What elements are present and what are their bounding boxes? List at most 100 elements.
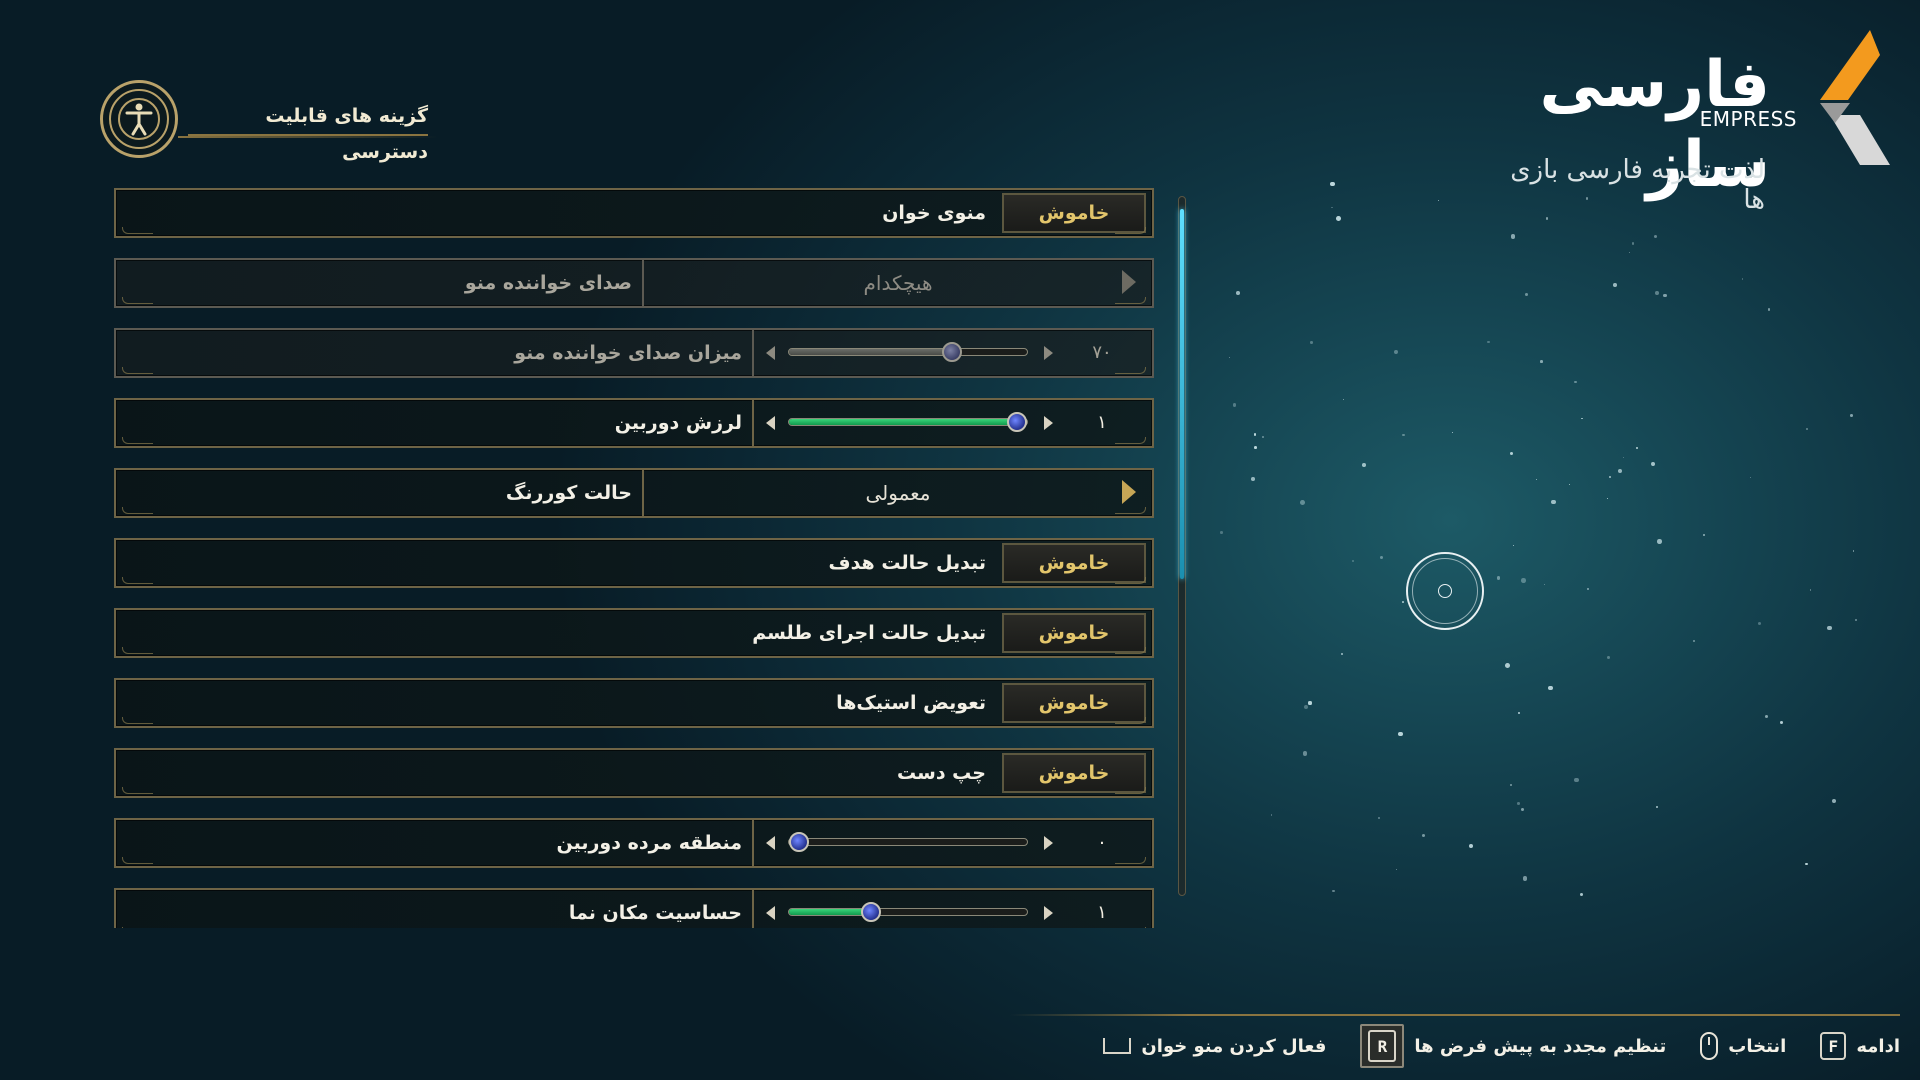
star-particle bbox=[1398, 731, 1403, 737]
arrow-right-icon[interactable] bbox=[1122, 270, 1136, 294]
mouse-icon bbox=[1700, 1032, 1719, 1060]
continue-hint[interactable]: ادامه F bbox=[1820, 1032, 1900, 1060]
setting-row[interactable]: چپ دست خاموش bbox=[114, 748, 1154, 798]
star-particle bbox=[1574, 778, 1579, 783]
menu-reader-label: فعال کردن منو خوان bbox=[1141, 1035, 1327, 1057]
space-key-icon bbox=[1103, 1038, 1132, 1054]
reset-defaults-hint[interactable]: تنظیم مجدد به پیش فرض ها R bbox=[1360, 1024, 1666, 1068]
star-particle bbox=[1581, 417, 1583, 420]
slider-knob[interactable] bbox=[788, 832, 809, 852]
setting-row[interactable]: لرزش دوربین ۱ bbox=[114, 398, 1154, 448]
star-particle bbox=[1757, 622, 1761, 626]
star-particle bbox=[1521, 578, 1526, 583]
row-ornament bbox=[122, 227, 153, 234]
star-particle bbox=[1308, 701, 1312, 705]
star-particle bbox=[1656, 539, 1662, 544]
setting-row[interactable]: تبدیل حالت اجرای طلسم خاموش bbox=[114, 608, 1154, 658]
r-key-icon: R bbox=[1360, 1024, 1405, 1068]
slider-control[interactable]: ۷۰ bbox=[752, 330, 1152, 376]
star-particle bbox=[1650, 461, 1655, 466]
row-ornament bbox=[122, 647, 153, 654]
star-particle bbox=[1805, 862, 1808, 866]
menu-reader-hint[interactable]: فعال کردن منو خوان bbox=[1103, 1036, 1326, 1057]
r-key-letter: R bbox=[1368, 1030, 1397, 1062]
arrow-right-icon[interactable] bbox=[1122, 480, 1136, 504]
arrow-right-icon[interactable] bbox=[1044, 836, 1053, 850]
star-particle bbox=[1421, 833, 1425, 837]
slider-knob[interactable] bbox=[1007, 412, 1028, 432]
title-flourish bbox=[178, 136, 438, 138]
star-particle bbox=[1779, 720, 1784, 724]
slider-fill bbox=[789, 419, 1027, 425]
slider-knob[interactable] bbox=[860, 902, 881, 922]
setting-row[interactable]: میزان صدای خواننده منو ۷۰ bbox=[114, 328, 1154, 378]
star-particle bbox=[1831, 799, 1836, 804]
option-selector[interactable]: معمولی bbox=[642, 470, 1152, 516]
star-particle bbox=[1539, 360, 1543, 364]
arrow-right-icon[interactable] bbox=[1044, 906, 1053, 920]
setting-row[interactable]: صدای خواننده منو هیچکدام bbox=[114, 258, 1154, 308]
row-ornament bbox=[1115, 507, 1146, 514]
row-ornament bbox=[1115, 437, 1146, 444]
star-particle bbox=[1487, 340, 1490, 344]
setting-label: حالت کوررنگ bbox=[505, 482, 632, 504]
arrow-left-icon[interactable] bbox=[766, 836, 775, 850]
row-ornament bbox=[122, 507, 153, 514]
row-ornament bbox=[1115, 297, 1146, 304]
setting-label: منطقه مرده دوربین bbox=[556, 832, 743, 854]
slider-track[interactable] bbox=[788, 412, 1028, 432]
setting-label: تبدیل حالت هدف bbox=[828, 552, 986, 574]
setting-row[interactable]: حساسیت مکان نما ۱ bbox=[114, 888, 1154, 928]
star-particle bbox=[1262, 436, 1265, 438]
star-particle bbox=[1854, 618, 1858, 621]
star-particle bbox=[1517, 711, 1521, 715]
star-particle bbox=[1394, 350, 1399, 355]
star-particle bbox=[1309, 341, 1313, 344]
scrollbar[interactable] bbox=[1178, 196, 1186, 896]
star-particle bbox=[1336, 216, 1342, 221]
arrow-right-icon[interactable] bbox=[1044, 416, 1053, 430]
row-ornament bbox=[1115, 857, 1146, 864]
star-particle bbox=[1332, 889, 1336, 893]
star-particle bbox=[1579, 892, 1584, 897]
slider-track[interactable] bbox=[788, 832, 1028, 852]
arrow-left-icon[interactable] bbox=[766, 346, 775, 360]
star-particle bbox=[1299, 499, 1305, 505]
arrow-right-icon[interactable] bbox=[1044, 346, 1053, 360]
slider-track[interactable] bbox=[788, 902, 1028, 922]
row-ornament bbox=[122, 437, 153, 444]
slider-track[interactable] bbox=[788, 342, 1028, 362]
cursor-dot bbox=[1438, 584, 1452, 598]
slider-knob[interactable] bbox=[941, 342, 962, 362]
reset-defaults-label: تنظیم مجدد به پیش فرض ها bbox=[1414, 1035, 1667, 1057]
option-selector[interactable]: هیچکدام bbox=[642, 260, 1152, 306]
star-particle bbox=[1587, 588, 1589, 590]
arrow-left-icon[interactable] bbox=[766, 416, 775, 430]
setting-row[interactable]: حالت کوررنگ معمولی bbox=[114, 468, 1154, 518]
star-particle bbox=[1655, 806, 1658, 808]
arrow-left-icon[interactable] bbox=[766, 906, 775, 920]
star-particle bbox=[1543, 583, 1546, 586]
setting-row[interactable]: منطقه مرده دوربین ۰ bbox=[114, 818, 1154, 868]
star-particle bbox=[1512, 544, 1514, 546]
star-particle bbox=[1270, 814, 1273, 816]
star-particle bbox=[1396, 868, 1398, 870]
star-particle bbox=[1693, 640, 1696, 643]
star-particle bbox=[1548, 686, 1553, 691]
slider-control[interactable]: ۱ bbox=[752, 400, 1152, 446]
star-particle bbox=[1546, 217, 1549, 220]
scrollbar-thumb[interactable] bbox=[1180, 209, 1184, 579]
star-particle bbox=[1469, 844, 1474, 849]
setting-row[interactable]: منوی خوان خاموش bbox=[114, 188, 1154, 238]
star-particle bbox=[1653, 235, 1657, 239]
select-hint[interactable]: انتخاب bbox=[1700, 1032, 1786, 1060]
setting-row[interactable]: تبدیل حالت هدف خاموش bbox=[114, 538, 1154, 588]
star-particle bbox=[1331, 206, 1333, 209]
slider-control[interactable]: ۰ bbox=[752, 820, 1152, 866]
slider-control[interactable]: ۱ bbox=[752, 890, 1152, 928]
star-particle bbox=[1568, 483, 1571, 485]
star-particle bbox=[1341, 653, 1344, 656]
star-particle bbox=[1613, 283, 1617, 287]
star-particle bbox=[1380, 555, 1384, 560]
setting-row[interactable]: تعویض استیک‌ها خاموش bbox=[114, 678, 1154, 728]
